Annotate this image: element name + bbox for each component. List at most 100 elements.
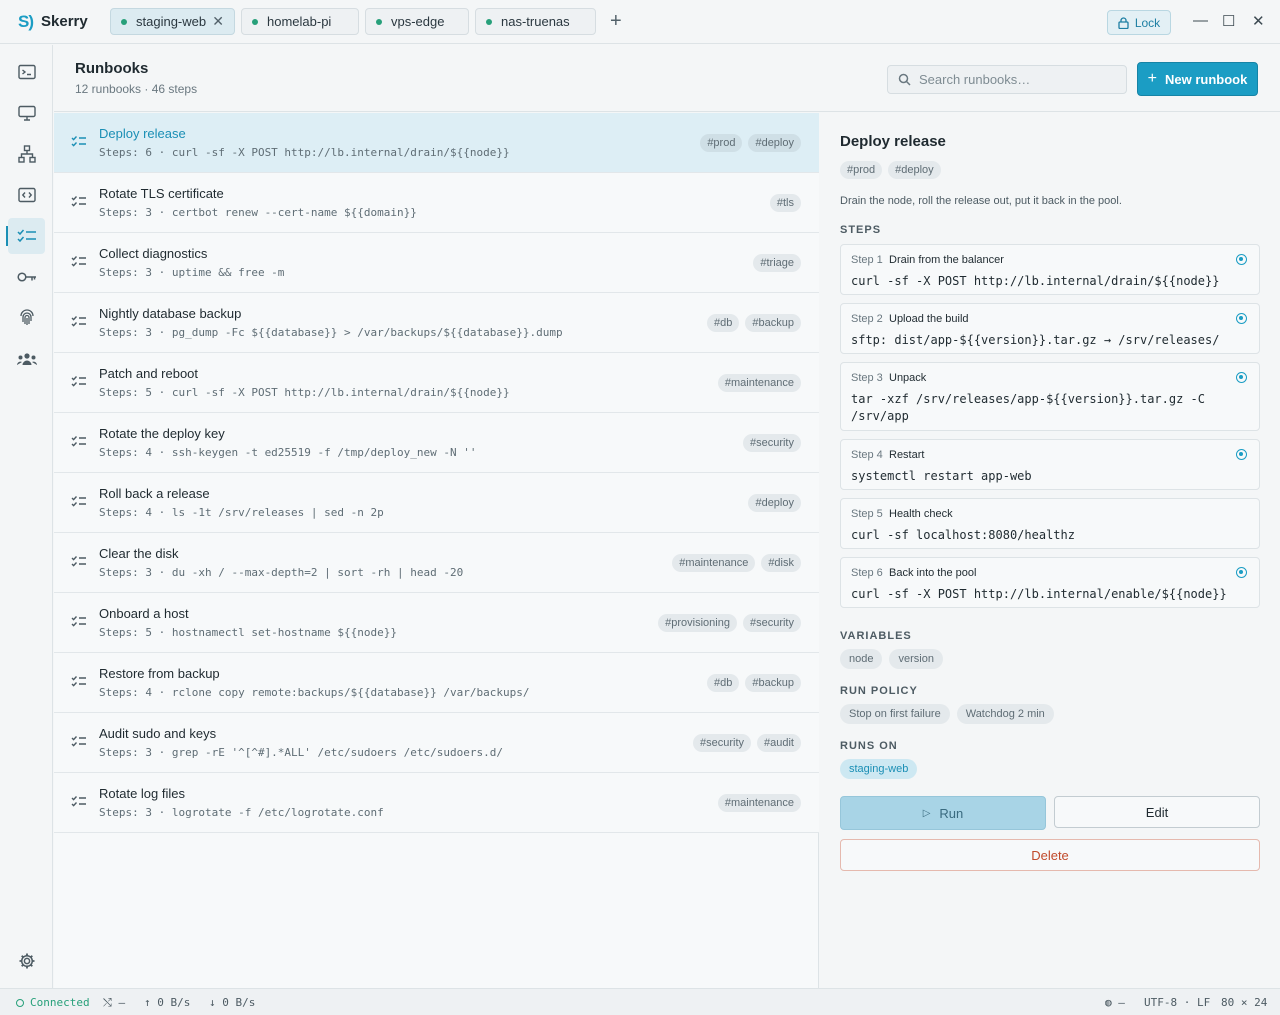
port-forward-status[interactable]: ⤭ — — [103, 996, 125, 1010]
monitor-icon[interactable] — [8, 95, 45, 131]
tag: #db — [707, 314, 740, 332]
runbook-summary: Steps: 3 · grep -rE '^[^#].*ALL' /etc/su… — [99, 746, 503, 759]
watchdog-icon[interactable] — [1236, 313, 1247, 324]
step-name: Restart — [889, 449, 925, 461]
delete-button[interactable]: Delete — [840, 839, 1260, 871]
runbook-row[interactable]: Clear the disk Steps: 3 · du -xh / --max-… — [54, 533, 819, 593]
watchdog-icon[interactable] — [1236, 372, 1247, 383]
step-card[interactable]: Step 6 Back into the pool curl -sf -X POST… — [840, 557, 1260, 608]
minimize-icon[interactable]: — — [1193, 12, 1208, 29]
variable-chip: version — [889, 649, 943, 669]
watchdog-icon[interactable] — [1236, 254, 1247, 265]
search-input[interactable] — [919, 72, 1109, 87]
step-card[interactable]: Step 3 Unpack tar -xzf /srv/releases/app-$… — [840, 362, 1260, 431]
policy-chip: Stop on first failure — [840, 704, 950, 724]
run-policy-heading: RUN POLICY — [840, 685, 918, 697]
maximize-icon[interactable]: ☐ — [1222, 12, 1235, 30]
runbook-row[interactable]: Onboard a host Steps: 5 · hostnamectl set… — [54, 593, 819, 653]
runbook-summary: Steps: 4 · rclone copy remote:backups/${… — [99, 686, 530, 699]
forward-icon: ⤭ — [103, 996, 119, 1009]
app-logo: S) — [18, 11, 34, 31]
runbook-row[interactable]: Deploy release Steps: 6 · curl -sf -X POS… — [54, 113, 819, 173]
step-number: Step 1 — [851, 254, 883, 266]
runbook-row[interactable]: Nightly database backup Steps: 3 · pg_dum… — [54, 293, 819, 353]
runbook-summary: Steps: 3 · pg_dump -Fc ${{database}} > /… — [99, 326, 563, 339]
runbook-row[interactable]: Collect diagnostics Steps: 3 · uptime && … — [54, 233, 819, 293]
variables-heading: VARIABLES — [840, 630, 912, 642]
run-button[interactable]: ▷ Run — [840, 796, 1046, 830]
globe-icon: ◍ — [1105, 996, 1119, 1009]
watchdog-icon[interactable] — [1236, 449, 1247, 460]
network-icon[interactable] — [8, 136, 45, 172]
runbook-tags: #triage — [753, 254, 801, 272]
checklist-icon — [71, 495, 87, 511]
runbook-summary: Steps: 4 · ls -1t /srv/releases | sed -n… — [99, 506, 384, 519]
checklist-icon — [71, 315, 87, 331]
code-icon[interactable] — [8, 177, 45, 213]
runbook-row[interactable]: Rotate log files Steps: 3 · logrotate -f … — [54, 773, 819, 833]
runbook-title: Rotate TLS certificate — [99, 186, 224, 201]
step-card[interactable]: Step 4 Restart systemctl restart app-web — [840, 439, 1260, 490]
runbook-tags: #security — [742, 434, 801, 452]
detail-tags: #prod #deploy — [840, 161, 941, 179]
checklist-icon — [71, 435, 87, 451]
watchdog-icon[interactable] — [1236, 567, 1247, 578]
terminal-icon[interactable] — [8, 54, 45, 90]
step-card[interactable]: Step 2 Upload the build sftp: dist/app-${{… — [840, 303, 1260, 354]
new-runbook-button[interactable]: + New runbook — [1137, 62, 1258, 96]
runbook-row[interactable]: Restore from backup Steps: 4 · rclone cop… — [54, 653, 819, 713]
runbook-tags: #prod #deploy — [700, 134, 801, 152]
lock-button[interactable]: Lock — [1107, 10, 1171, 35]
step-number: Step 4 — [851, 449, 883, 461]
step-name: Health check — [889, 508, 953, 520]
runbook-row[interactable]: Patch and reboot Steps: 5 · curl -sf -X P… — [54, 353, 819, 413]
runbook-title: Clear the disk — [99, 546, 179, 561]
tab-nas-truenas[interactable]: nas-truenas — [475, 8, 596, 35]
close-window-icon[interactable]: ✕ — [1252, 12, 1265, 30]
status-bar: Connected ⤭ — ↑ 0 B/s ↓ 0 B/s ◍ — UTF-8 … — [0, 988, 1280, 1015]
lock-label: Lock — [1134, 15, 1161, 30]
tag: #prod — [840, 161, 883, 179]
gear-icon[interactable] — [8, 943, 45, 979]
step-card[interactable]: Step 5 Health check curl -sf localhost:808… — [840, 498, 1260, 549]
add-tab-icon[interactable]: + — [610, 10, 622, 33]
tag: #deploy — [748, 134, 801, 152]
tag: #backup — [745, 314, 801, 332]
encoding-status[interactable]: UTF-8 · LF — [1144, 996, 1210, 1009]
tab-label: homelab-pi — [267, 14, 332, 29]
tag: #deploy — [888, 161, 941, 179]
tab-staging-web[interactable]: staging-web ✕ — [110, 8, 235, 35]
detail-description: Drain the node, roll the release out, pu… — [840, 195, 1122, 207]
runbook-title: Roll back a release — [99, 486, 210, 501]
checklist-icon — [71, 795, 87, 811]
runbook-summary: Steps: 3 · uptime && free -m — [99, 266, 285, 279]
tag: #maintenance — [717, 794, 801, 812]
arrow-down-icon: ↓ — [209, 996, 223, 1009]
brand: S) Skerry — [0, 12, 110, 32]
host-chip[interactable]: staging-web — [840, 759, 918, 779]
runbook-row[interactable]: Rotate the deploy key Steps: 4 · ssh-keyg… — [54, 413, 819, 473]
sidebar — [0, 45, 53, 988]
search-box[interactable] — [887, 65, 1127, 94]
step-command: curl -sf -X POST http://lb.internal/drai… — [851, 274, 1220, 288]
key-icon[interactable] — [8, 259, 45, 295]
tab-homelab-pi[interactable]: homelab-pi — [241, 8, 359, 35]
runbook-summary: Steps: 3 · certbot renew --cert-name ${{… — [99, 206, 417, 219]
runbook-row[interactable]: Audit sudo and keys Steps: 3 · grep -rE '… — [54, 713, 819, 773]
edit-button[interactable]: Edit — [1054, 796, 1260, 828]
runbook-row[interactable]: Roll back a release Steps: 4 · ls -1t /sr… — [54, 473, 819, 533]
team-icon[interactable] — [8, 341, 45, 377]
checklist-icon[interactable] — [6, 218, 45, 254]
runbook-row[interactable]: Rotate TLS certificate Steps: 3 · certbot… — [54, 173, 819, 233]
proxy-status[interactable]: ◍ — — [1105, 996, 1125, 1009]
runbook-tags: #db #backup — [707, 314, 801, 332]
fingerprint-icon[interactable] — [8, 300, 45, 336]
runbook-tags: #provisioning #security — [658, 614, 801, 632]
search-icon — [898, 73, 911, 86]
tag: #triage — [753, 254, 801, 272]
tab-vps-edge[interactable]: vps-edge — [365, 8, 469, 35]
step-card[interactable]: Step 1 Drain from the balancer curl -sf -X… — [840, 244, 1260, 295]
close-tab-icon[interactable]: ✕ — [212, 13, 224, 30]
detail-title: Deploy release — [840, 133, 946, 150]
tag: #security — [742, 434, 801, 452]
